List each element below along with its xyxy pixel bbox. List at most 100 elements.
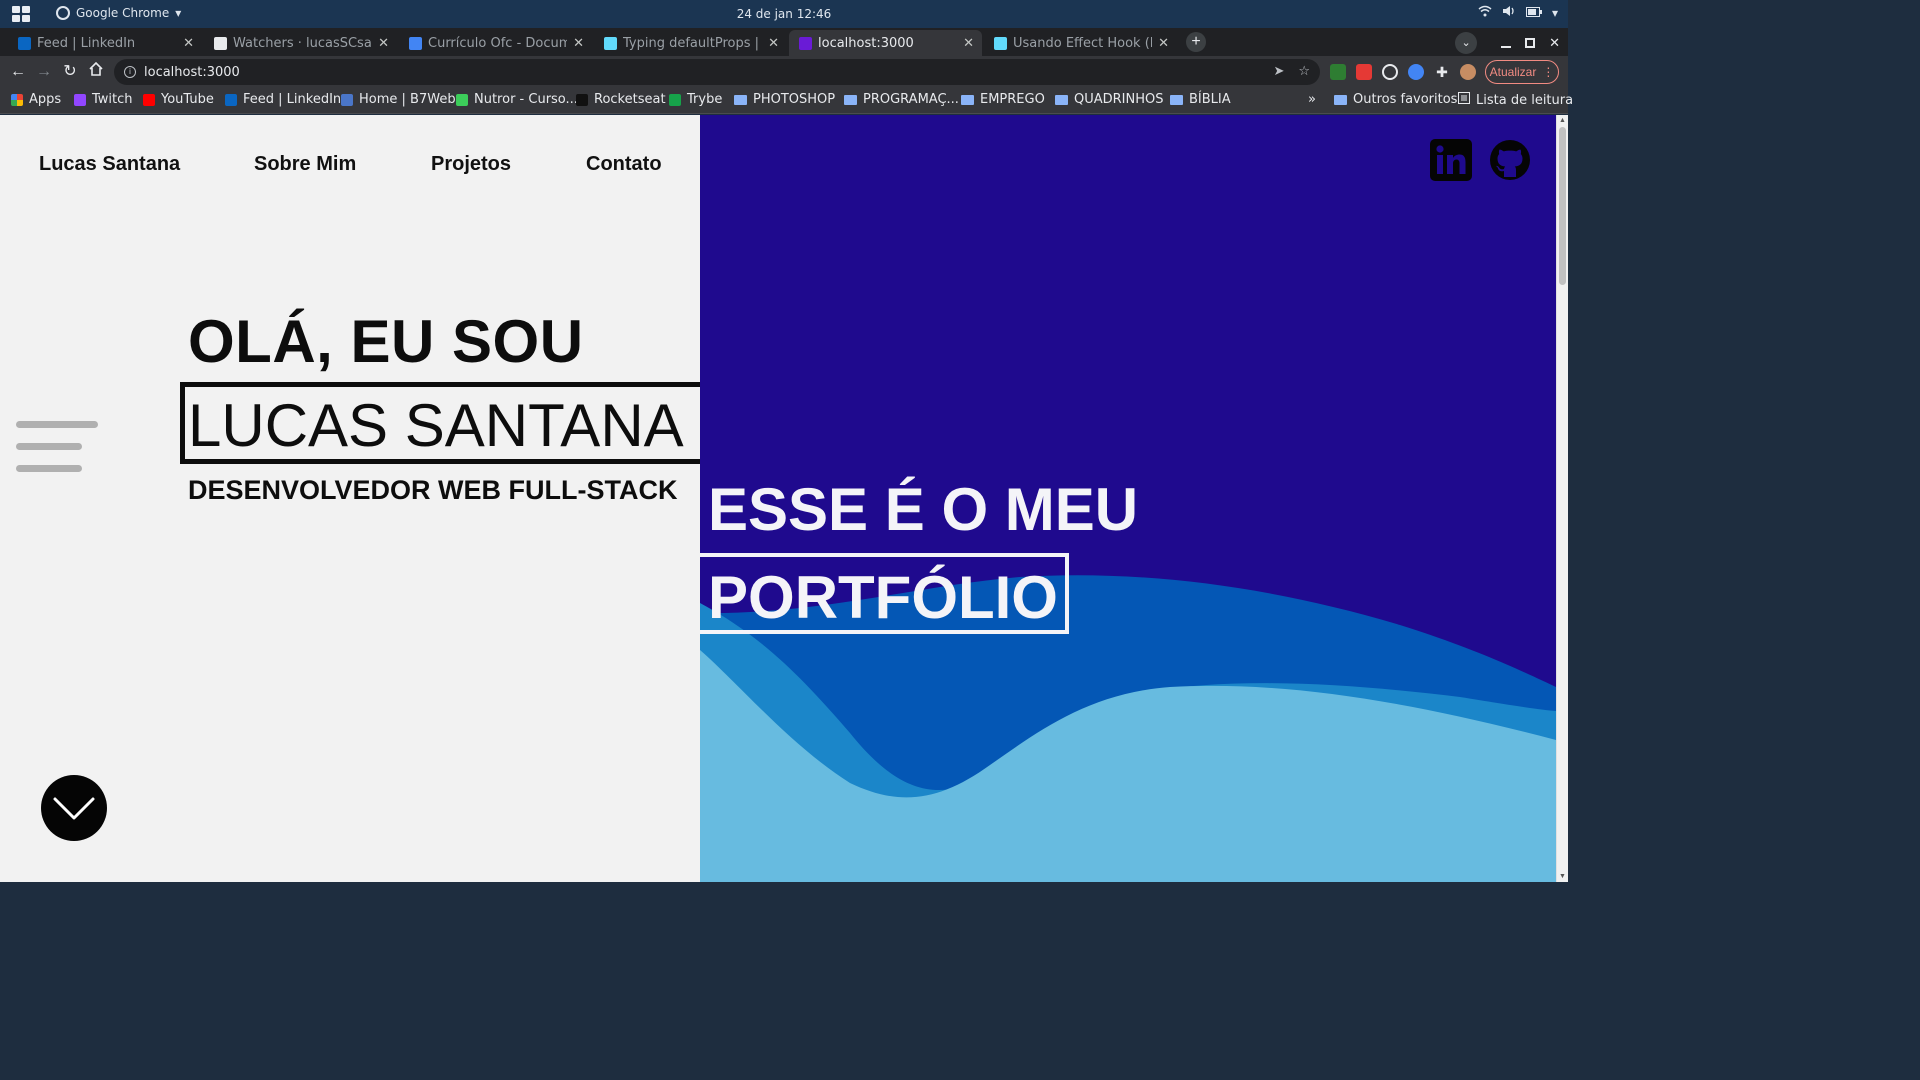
nav-brand-link[interactable]: Lucas Santana bbox=[39, 153, 180, 176]
close-tab-icon[interactable]: ✕ bbox=[963, 36, 974, 51]
bookmark-item[interactable]: Trybe bbox=[669, 92, 722, 107]
profile-avatar[interactable] bbox=[1460, 64, 1476, 80]
extension-cloud-icon[interactable] bbox=[1408, 64, 1424, 80]
bookmark-favicon-icon bbox=[669, 93, 681, 106]
folder-icon bbox=[734, 94, 747, 105]
maximize-button[interactable] bbox=[1525, 36, 1536, 51]
close-tab-icon[interactable]: ✕ bbox=[573, 36, 584, 51]
browser-tab[interactable]: Feed | LinkedIn ✕ bbox=[8, 30, 202, 56]
bookmarks-overflow-button[interactable]: » bbox=[1308, 92, 1316, 107]
puzzle-icon[interactable]: ✚ bbox=[1434, 64, 1450, 80]
scroll-down-arrow-icon[interactable]: ▼ bbox=[1559, 873, 1566, 880]
menu-lines-icon[interactable] bbox=[16, 421, 100, 477]
site-info-icon[interactable]: i bbox=[124, 66, 136, 78]
bookmark-favicon-icon bbox=[576, 93, 588, 106]
bookmark-label: PROGRAMAÇ... bbox=[863, 92, 959, 107]
bookmark-label: QUADRINHOS bbox=[1074, 92, 1164, 107]
reading-list-label: Lista de leitura bbox=[1476, 92, 1574, 108]
extension-red-icon[interactable] bbox=[1356, 64, 1372, 80]
react-icon bbox=[994, 36, 1007, 50]
bookmark-star-icon[interactable]: ☆ bbox=[1298, 64, 1310, 79]
nav-projects-link[interactable]: Projetos bbox=[431, 153, 511, 176]
nav-about-link[interactable]: Sobre Mim bbox=[254, 153, 356, 176]
bookmark-item[interactable]: Rocketseat bbox=[576, 92, 666, 107]
bookmark-label: PHOTOSHOP bbox=[753, 92, 836, 107]
tab-search-button[interactable]: ⌄ bbox=[1455, 32, 1478, 54]
bookmark-folder[interactable]: PHOTOSHOP bbox=[734, 92, 835, 107]
forward-button[interactable]: → bbox=[34, 62, 54, 82]
browser-tab[interactable]: Usando Effect Hook (Hook ✕ bbox=[984, 30, 1177, 56]
page-scrollbar[interactable]: ▲ ▼ bbox=[1556, 115, 1568, 882]
folder-icon bbox=[961, 94, 974, 105]
close-tab-icon[interactable]: ✕ bbox=[768, 36, 779, 51]
close-window-button[interactable]: ✕ bbox=[1549, 35, 1560, 51]
extension-pen-icon[interactable] bbox=[1330, 64, 1346, 80]
linkedin-icon bbox=[18, 36, 31, 50]
bookmark-favicon-icon bbox=[456, 93, 468, 106]
update-button[interactable]: Atualizar ⋮ bbox=[1485, 60, 1559, 84]
browser-tab[interactable]: localhost:3000 ✕ bbox=[789, 30, 982, 56]
bookmark-item[interactable]: Feed | LinkedIn bbox=[225, 92, 341, 107]
browser-tab[interactable]: Currículo Ofc - Document ✕ bbox=[399, 30, 592, 56]
bookmark-label: Apps bbox=[29, 92, 62, 107]
folder-icon bbox=[1170, 94, 1183, 105]
scroll-up-arrow-icon[interactable]: ▲ bbox=[1559, 117, 1566, 124]
linkedin-link[interactable] bbox=[1430, 139, 1472, 181]
scroll-down-button[interactable] bbox=[41, 775, 107, 841]
clock[interactable]: 24 de jan 12:46 bbox=[0, 7, 1568, 21]
tab-title: Feed | LinkedIn bbox=[37, 35, 136, 51]
extensions-area: ✚ bbox=[1330, 64, 1476, 80]
bookmark-favicon-icon bbox=[341, 93, 353, 106]
typescript-icon bbox=[604, 36, 617, 50]
close-tab-icon[interactable]: ✕ bbox=[183, 36, 194, 51]
bookmark-folder[interactable]: EMPREGO bbox=[961, 92, 1045, 107]
scrollbar-thumb[interactable] bbox=[1559, 127, 1566, 285]
linkedin-icon bbox=[1430, 139, 1472, 181]
send-icon[interactable]: ➤ bbox=[1273, 64, 1284, 79]
active-app-name: Google Chrome bbox=[76, 6, 170, 20]
github-icon bbox=[214, 36, 227, 50]
system-tray[interactable]: ▾ bbox=[1478, 5, 1558, 20]
overflow-chevron-icon: » bbox=[1308, 92, 1316, 107]
apps-grid-icon bbox=[11, 93, 23, 106]
browser-tab[interactable]: Typing defaultProps | Rea ✕ bbox=[594, 30, 787, 56]
bookmark-folder[interactable]: BÍBLIA bbox=[1170, 92, 1231, 107]
bookmark-item[interactable]: Apps bbox=[11, 92, 61, 107]
close-tab-icon[interactable]: ✕ bbox=[378, 36, 389, 51]
bookmark-label: Twitch bbox=[92, 92, 133, 107]
bookmark-item[interactable]: Twitch bbox=[74, 92, 133, 107]
bookmark-label: Trybe bbox=[687, 92, 723, 107]
tab-title: Watchers · lucasSCsantos bbox=[233, 35, 372, 51]
tab-title: Typing defaultProps | Rea bbox=[623, 35, 762, 51]
chrome-icon bbox=[56, 6, 70, 20]
folder-icon bbox=[1334, 94, 1347, 105]
app-grid-icon[interactable] bbox=[12, 6, 30, 22]
bookmarks-bar: Apps Twitch YouTube Feed | LinkedIn Home | B… bbox=[0, 88, 1573, 114]
active-app-menu[interactable]: Google Chrome ▾ bbox=[56, 6, 181, 20]
other-favorites-folder[interactable]: Outros favoritos bbox=[1334, 92, 1457, 107]
github-link[interactable] bbox=[1489, 139, 1531, 181]
new-tab-button[interactable]: + bbox=[1186, 32, 1206, 52]
bookmark-folder[interactable]: QUADRINHOS bbox=[1055, 92, 1164, 107]
address-url[interactable]: localhost:3000 bbox=[144, 65, 240, 80]
bookmark-folder[interactable]: PROGRAMAÇ... bbox=[844, 92, 959, 107]
docs-icon bbox=[409, 36, 422, 50]
extension-target-icon[interactable] bbox=[1382, 64, 1398, 80]
bookmark-item[interactable]: YouTube bbox=[143, 92, 214, 107]
tab-title: Currículo Ofc - Document bbox=[428, 35, 568, 51]
reload-button[interactable]: ↻ bbox=[60, 62, 80, 82]
home-icon bbox=[89, 61, 103, 76]
nav-contact-link[interactable]: Contato bbox=[586, 153, 662, 176]
close-tab-icon[interactable]: ✕ bbox=[1158, 36, 1169, 51]
browser-tab[interactable]: Watchers · lucasSCsantos ✕ bbox=[204, 30, 397, 56]
bookmark-item[interactable]: Home | B7Web bbox=[341, 92, 456, 107]
address-bar[interactable]: i localhost:3000 ➤ ☆ bbox=[114, 59, 1320, 85]
home-button[interactable] bbox=[86, 61, 106, 82]
minimize-button[interactable] bbox=[1501, 36, 1512, 51]
back-button[interactable]: ← bbox=[8, 62, 28, 82]
volume-icon bbox=[1502, 5, 1516, 20]
bookmark-favicon-icon bbox=[143, 93, 155, 106]
reading-list-button[interactable]: Lista de leitura bbox=[1458, 92, 1573, 108]
bookmark-item[interactable]: Nutror - Curso... bbox=[456, 92, 578, 107]
tab-title: localhost:3000 bbox=[818, 35, 914, 51]
